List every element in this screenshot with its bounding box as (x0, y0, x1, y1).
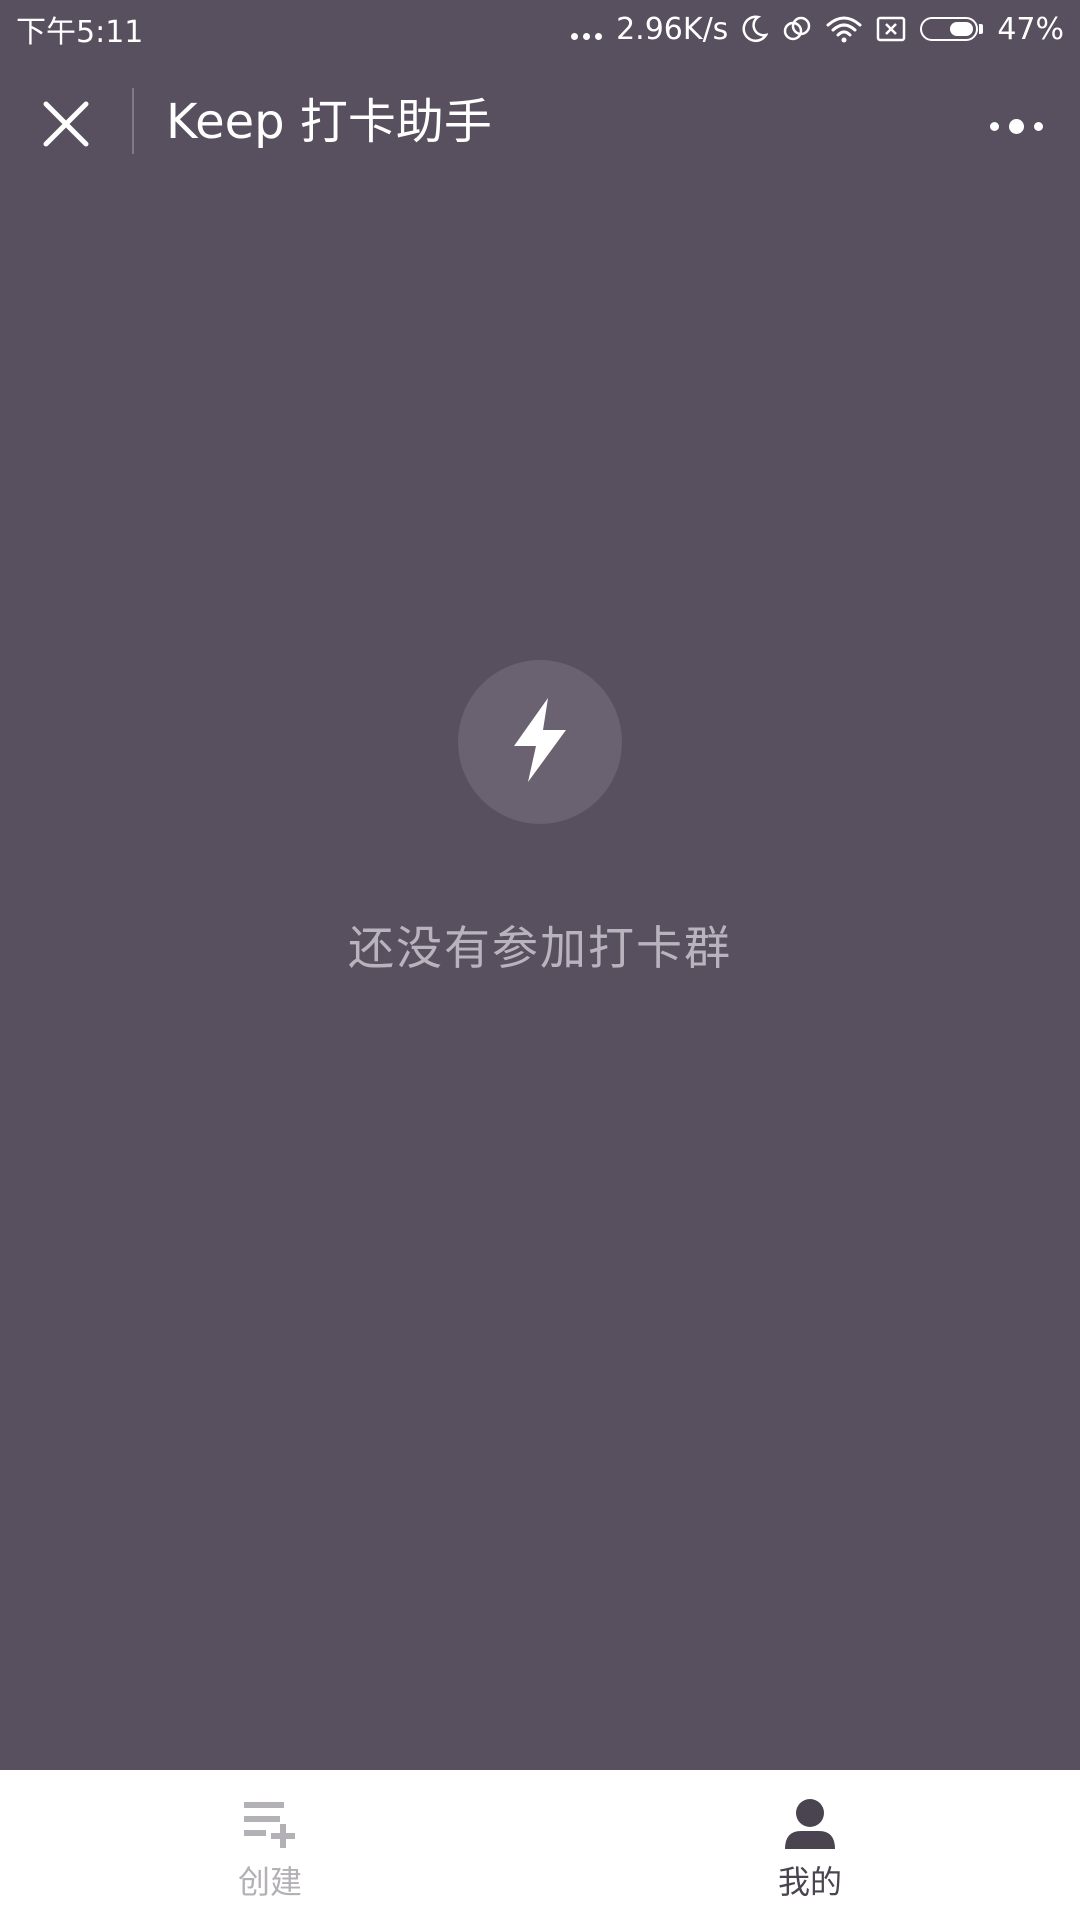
user-icon (780, 1794, 840, 1854)
tab-mine[interactable]: 我的 (540, 1770, 1080, 1920)
more-options-icon-dot (1033, 121, 1043, 131)
moon-icon (742, 15, 769, 43)
status-bar: 下午5:11 2.96K/s 47% (0, 0, 1080, 58)
tab-create[interactable]: 创建 (0, 1770, 540, 1920)
nav-bar: Keep 打卡助手 (0, 78, 1080, 166)
empty-state: 还没有参加打卡群 (0, 660, 1080, 978)
more-options-icon-dot (1008, 118, 1024, 134)
lightning-icon (510, 698, 570, 786)
battery-icon (920, 17, 984, 41)
battery-percent: 47% (997, 11, 1064, 47)
app-screen: 下午5:11 2.96K/s 47% Keep 打卡助手 还没有参加打卡群 创建… (0, 0, 1080, 1920)
network-speed: 2.96K/s (616, 11, 729, 47)
tab-bar: 创建 我的 (0, 1770, 1080, 1920)
tab-mine-label: 我的 (777, 1863, 842, 1901)
link-icon (782, 15, 812, 43)
empty-state-badge (458, 660, 622, 824)
wifi-icon (826, 15, 862, 43)
nav-divider (132, 88, 134, 154)
more-options-button[interactable] (980, 102, 1052, 150)
status-time: 下午5:11 (16, 15, 144, 50)
page-title: Keep 打卡助手 (166, 94, 492, 150)
create-list-icon (240, 1794, 300, 1854)
tab-create-label: 创建 (237, 1863, 302, 1901)
close-icon (42, 100, 90, 152)
close-button[interactable] (36, 96, 96, 156)
empty-state-message: 还没有参加打卡群 (348, 921, 732, 975)
more-options-icon (989, 121, 999, 131)
sim-off-icon (876, 16, 906, 42)
more-dots-icon (571, 14, 603, 44)
